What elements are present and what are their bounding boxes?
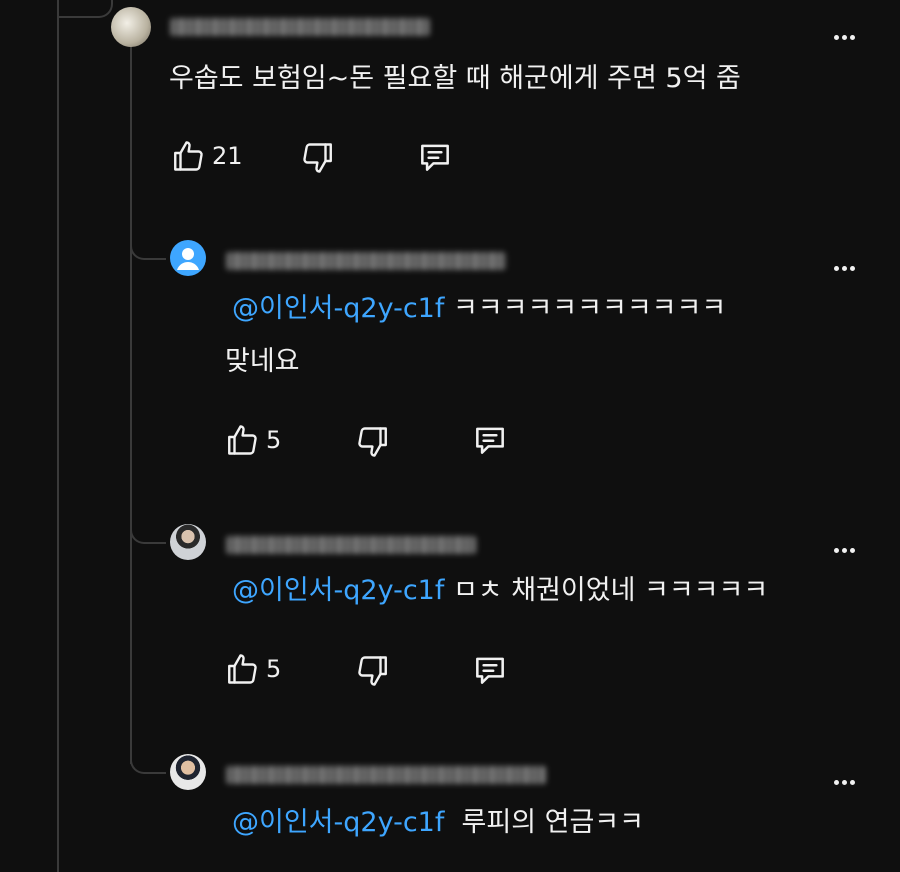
comment-text: 우솝도 보험임~돈 필요할 때 해군에게 주면 5억 줌 [169, 63, 741, 94]
author-name-blurred[interactable] [226, 766, 546, 784]
more-vertical-icon [833, 547, 839, 553]
thumbs-up-icon [228, 425, 257, 455]
dislike-button[interactable] [355, 424, 391, 460]
comment-text: @이인서-q2y-c1f ㅋㅋㅋㅋㅋㅋㅋㅋㅋㅋㅋ [232, 293, 727, 324]
more-actions-button[interactable] [829, 27, 859, 47]
reply-button[interactable] [471, 421, 509, 459]
more-actions-button[interactable] [829, 540, 859, 560]
author-name-blurred[interactable] [170, 18, 430, 36]
avatar[interactable] [111, 7, 151, 47]
reply-icon [476, 427, 504, 454]
avatar[interactable] [170, 240, 206, 276]
reply-icon [476, 657, 504, 684]
thumbs-down-icon [358, 656, 387, 686]
thread-connector [57, 0, 113, 18]
more-actions-button[interactable] [829, 258, 859, 278]
mention-link[interactable]: @이인서-q2y-c1f [232, 293, 444, 324]
reply-icon [421, 144, 449, 171]
default-avatar-icon [177, 248, 199, 270]
like-button[interactable]: 5 [224, 651, 281, 687]
replies-thread-line [130, 44, 132, 764]
thumbs-up-icon [174, 141, 203, 171]
like-button[interactable]: 21 [170, 138, 243, 174]
like-button[interactable]: 5 [224, 422, 281, 458]
like-count: 5 [266, 426, 282, 454]
avatar[interactable] [170, 524, 206, 560]
more-vertical-icon [833, 779, 839, 785]
like-count: 5 [266, 655, 282, 683]
like-count: 21 [212, 142, 243, 170]
thread-connector [130, 226, 166, 260]
comment-text: @이인서-q2y-c1f ㅁㅊ 채권이었네 ㅋㅋㅋㅋㅋ [232, 575, 769, 606]
mention-link[interactable]: @이인서-q2y-c1f [232, 807, 444, 838]
comment-text: @이인서-q2y-c1f 루피의 연금ㅋㅋ [232, 807, 644, 838]
thumbs-down-icon [358, 427, 387, 457]
more-actions-button[interactable] [829, 772, 859, 792]
outer-thread-line [57, 0, 59, 872]
thread-connector [130, 740, 166, 774]
comment-text-line2: 맞네요 [225, 346, 300, 377]
author-name-blurred[interactable] [226, 252, 506, 270]
thumbs-down-icon [303, 143, 332, 173]
reply-button[interactable] [416, 138, 454, 176]
author-name-blurred[interactable] [226, 536, 476, 554]
mention-link[interactable]: @이인서-q2y-c1f [232, 575, 444, 606]
thread-connector [130, 510, 166, 544]
more-vertical-icon [833, 265, 839, 271]
more-vertical-icon [833, 34, 839, 40]
dislike-button[interactable] [300, 140, 336, 176]
thumbs-up-icon [228, 654, 257, 684]
avatar[interactable] [170, 754, 206, 790]
dislike-button[interactable] [355, 653, 391, 689]
reply-button[interactable] [471, 651, 509, 689]
